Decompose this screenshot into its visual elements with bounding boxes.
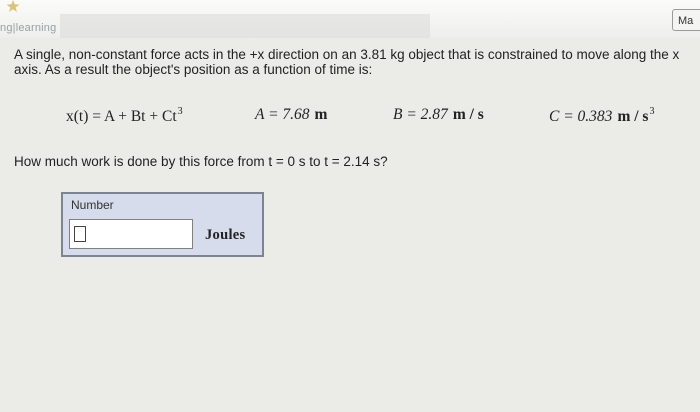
constant-c-value: C = 0.383 xyxy=(549,108,613,125)
corner-button[interactable]: Ma xyxy=(672,9,700,31)
brand-label: ng|learning xyxy=(0,22,57,34)
equation-text: x(t) = A + Bt + Ct xyxy=(66,108,177,125)
constant-c-unit-exponent: 3 xyxy=(649,106,655,117)
constant-a-value: A = 7.68 xyxy=(255,106,310,123)
browser-header: ng|learning Ma xyxy=(0,0,700,38)
constant-b-value: B = 2.87 xyxy=(393,106,448,123)
answer-input[interactable] xyxy=(69,219,193,249)
header-strip xyxy=(60,14,430,38)
constant-b-unit: m / s xyxy=(452,106,484,123)
constant-a-unit: m xyxy=(314,106,328,123)
constant-b: B = 2.87 m / s xyxy=(393,106,484,124)
answer-panel: Number Joules xyxy=(61,192,264,257)
answer-label: Number xyxy=(71,198,114,212)
equation-exponent: 3 xyxy=(177,106,183,117)
problem-statement: A single, non-constant force acts in the… xyxy=(14,47,680,77)
text-cursor-icon xyxy=(74,226,86,242)
constant-c: C = 0.383 m / s3 xyxy=(549,106,654,126)
question-text: How much work is done by this force from… xyxy=(14,154,388,169)
position-equation: x(t) = A + Bt + Ct3 xyxy=(66,106,183,126)
constant-a: A = 7.68 m xyxy=(255,106,327,124)
answer-unit: Joules xyxy=(205,227,246,243)
constant-c-unit: m / s xyxy=(617,108,649,125)
formula-row: x(t) = A + Bt + Ct3 A = 7.68 m B = 2.87 m … xyxy=(0,106,700,132)
brand-star-icon xyxy=(6,0,20,12)
